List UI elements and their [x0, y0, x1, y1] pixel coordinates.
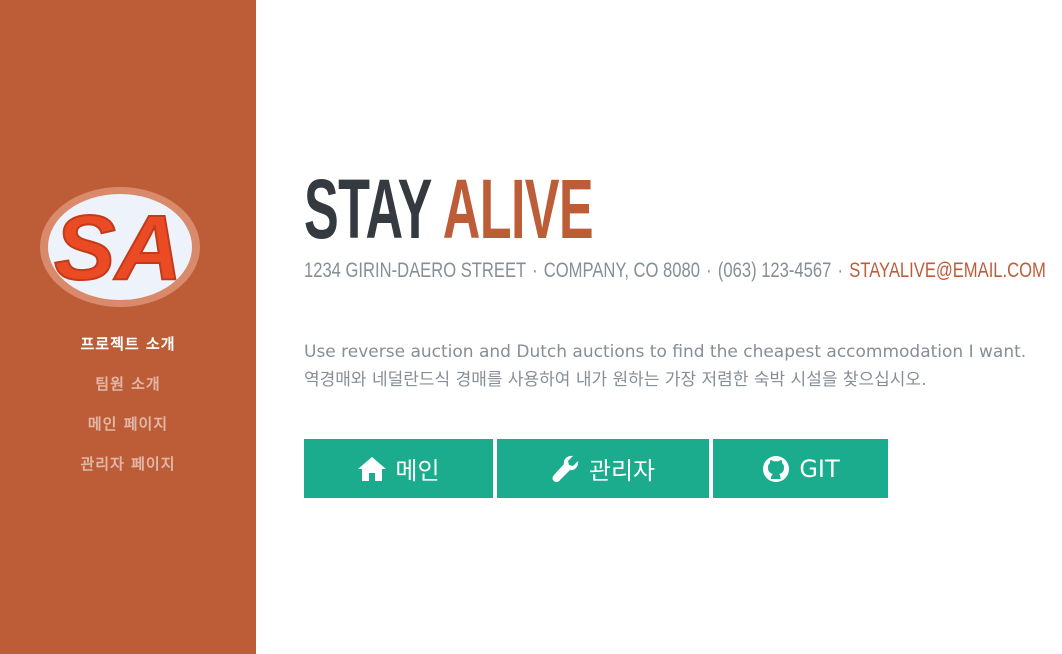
email-link[interactable]: STAYALIVE@EMAIL.COM	[849, 259, 1046, 282]
main-button-label: 메인	[395, 457, 440, 485]
separator: ·	[837, 259, 844, 282]
nav-item-admin-page[interactable]: 관리자 페이지	[0, 452, 256, 492]
logo-text: SA	[54, 197, 182, 299]
git-button[interactable]: GIT	[713, 439, 888, 498]
home-icon	[358, 456, 387, 481]
separator: ·	[706, 259, 712, 282]
title-part-accent: ALIVE	[442, 162, 594, 256]
title-part-dark: STAY	[304, 162, 431, 256]
git-button-label: GIT	[799, 454, 840, 483]
sidebar-nav: 프로젝트 소개 팀원 소개 메인 페이지 관리자 페이지	[0, 332, 256, 492]
nav-item-team-intro[interactable]: 팀원 소개	[0, 372, 256, 412]
admin-button[interactable]: 관리자	[497, 439, 709, 498]
sidebar: SA 프로젝트 소개 팀원 소개 메인 페이지 관리자 페이지	[0, 0, 256, 654]
company-text: COMPANY, CO 8080	[543, 259, 700, 282]
github-icon	[763, 455, 790, 482]
contact-subheading: 1234 GIRIN-DAERO STREET · COMPANY, CO 80…	[304, 257, 1046, 285]
address-text: 1234 GIRIN-DAERO STREET	[304, 259, 526, 282]
logo[interactable]: SA	[40, 187, 200, 307]
main-button[interactable]: 메인	[304, 439, 493, 498]
page-title: STAY ALIVE	[304, 162, 594, 256]
phone-text: (063) 123-4567	[717, 259, 832, 282]
wrench-icon	[552, 455, 579, 482]
nav-item-main-page[interactable]: 메인 페이지	[0, 412, 256, 452]
lead-english: Use reverse auction and Dutch auctions t…	[304, 342, 1027, 362]
admin-button-label: 관리자	[588, 457, 656, 485]
lead-korean: 역경매와 네덜란드식 경매를 사용하여 내가 원하는 가장 저렴한 숙박 시설을…	[304, 370, 927, 390]
nav-item-project-intro[interactable]: 프로젝트 소개	[0, 332, 256, 372]
sa-logo-icon: SA	[40, 187, 200, 307]
lead-description: Use reverse auction and Dutch auctions t…	[304, 338, 1044, 394]
separator: ·	[532, 259, 538, 282]
main-content: STAY ALIVE 1234 GIRIN-DAERO STREET · COM…	[304, 0, 1062, 654]
